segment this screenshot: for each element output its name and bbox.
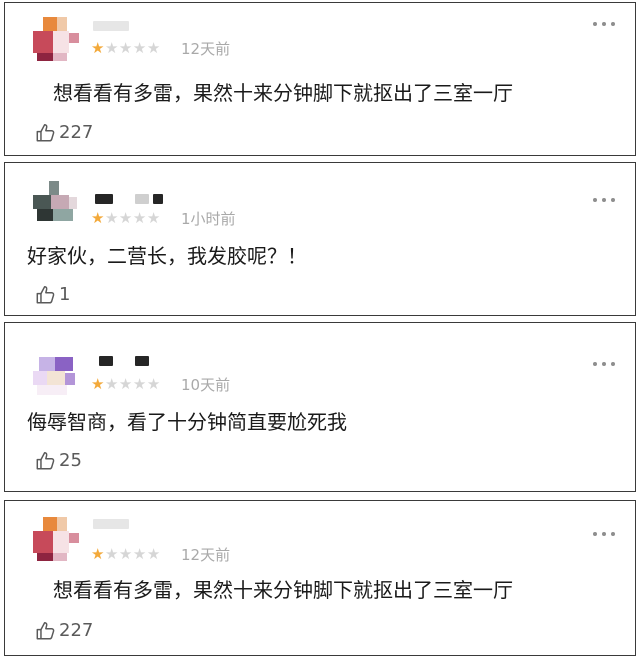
star-icon: ★: [118, 375, 133, 393]
star-icon: ★: [146, 39, 161, 57]
comment-text: 想看看有多雷，果然十来分钟脚下就抠出了三室一厅: [53, 81, 513, 105]
star-icon: ★: [132, 39, 147, 57]
star-icon: ★: [104, 209, 119, 227]
thumbs-up-icon: [36, 286, 55, 304]
like-count: 25: [59, 450, 82, 471]
comment-time: 10天前: [181, 376, 231, 394]
star-rating: ★★★★★: [91, 375, 161, 393]
like-count: 227: [59, 122, 94, 143]
star-icon: ★: [91, 39, 105, 57]
like-button[interactable]: 227: [35, 619, 93, 643]
star-icon: ★: [91, 375, 105, 393]
star-rating: ★★★★★: [91, 545, 161, 563]
star-icon: ★: [104, 375, 119, 393]
star-icon: ★: [132, 209, 147, 227]
comment-time: 12天前: [181, 40, 231, 58]
star-icon: ★: [146, 209, 161, 227]
star-icon: ★: [104, 545, 119, 563]
more-dots-icon[interactable]: [593, 19, 617, 29]
comment-card: ★★★★★ 1小时前 好家伙，二营长，我发胶呢？！ 1: [4, 162, 636, 316]
star-icon: ★: [132, 545, 147, 563]
star-icon: ★: [118, 39, 133, 57]
comment-feed: ★★★★★ 12天前 想看看有多雷，果然十来分钟脚下就抠出了三室一厅 227 ★…: [0, 0, 640, 658]
star-icon: ★: [118, 545, 133, 563]
more-dots-icon[interactable]: [593, 359, 617, 369]
thumbs-up-icon: [36, 622, 55, 640]
comment-card: ★★★★★ 10天前 侮辱智商，看了十分钟简直要尬死我 25: [4, 322, 636, 492]
like-button[interactable]: 1: [35, 283, 70, 307]
star-rating: ★★★★★: [91, 209, 161, 227]
comment-text: 想看看有多雷，果然十来分钟脚下就抠出了三室一厅: [53, 578, 513, 602]
avatar[interactable]: [33, 353, 79, 399]
like-button[interactable]: 25: [35, 449, 82, 473]
avatar[interactable]: [33, 17, 79, 63]
thumbs-up-icon: [36, 452, 55, 470]
like-count: 1: [59, 284, 71, 305]
more-dots-icon[interactable]: [593, 195, 617, 205]
star-icon: ★: [91, 209, 105, 227]
comment-time: 12天前: [181, 546, 231, 564]
comment-text: 侮辱智商，看了十分钟简直要尬死我: [27, 410, 347, 434]
more-dots-icon[interactable]: [593, 529, 617, 539]
avatar[interactable]: [33, 517, 79, 563]
comment-card: ★★★★★ 12天前 想看看有多雷，果然十来分钟脚下就抠出了三室一厅 227: [4, 500, 636, 656]
star-icon: ★: [118, 209, 133, 227]
like-count: 227: [59, 620, 94, 641]
like-button[interactable]: 227: [35, 121, 93, 145]
star-rating: ★★★★★: [91, 39, 161, 57]
thumbs-up-icon: [36, 124, 55, 142]
star-icon: ★: [91, 545, 105, 563]
avatar[interactable]: [33, 177, 79, 223]
star-icon: ★: [146, 545, 161, 563]
comment-time: 1小时前: [181, 210, 236, 228]
comment-text: 好家伙，二营长，我发胶呢？！: [27, 244, 307, 268]
star-icon: ★: [132, 375, 147, 393]
star-icon: ★: [104, 39, 119, 57]
comment-card: ★★★★★ 12天前 想看看有多雷，果然十来分钟脚下就抠出了三室一厅 227: [4, 2, 636, 156]
star-icon: ★: [146, 375, 161, 393]
